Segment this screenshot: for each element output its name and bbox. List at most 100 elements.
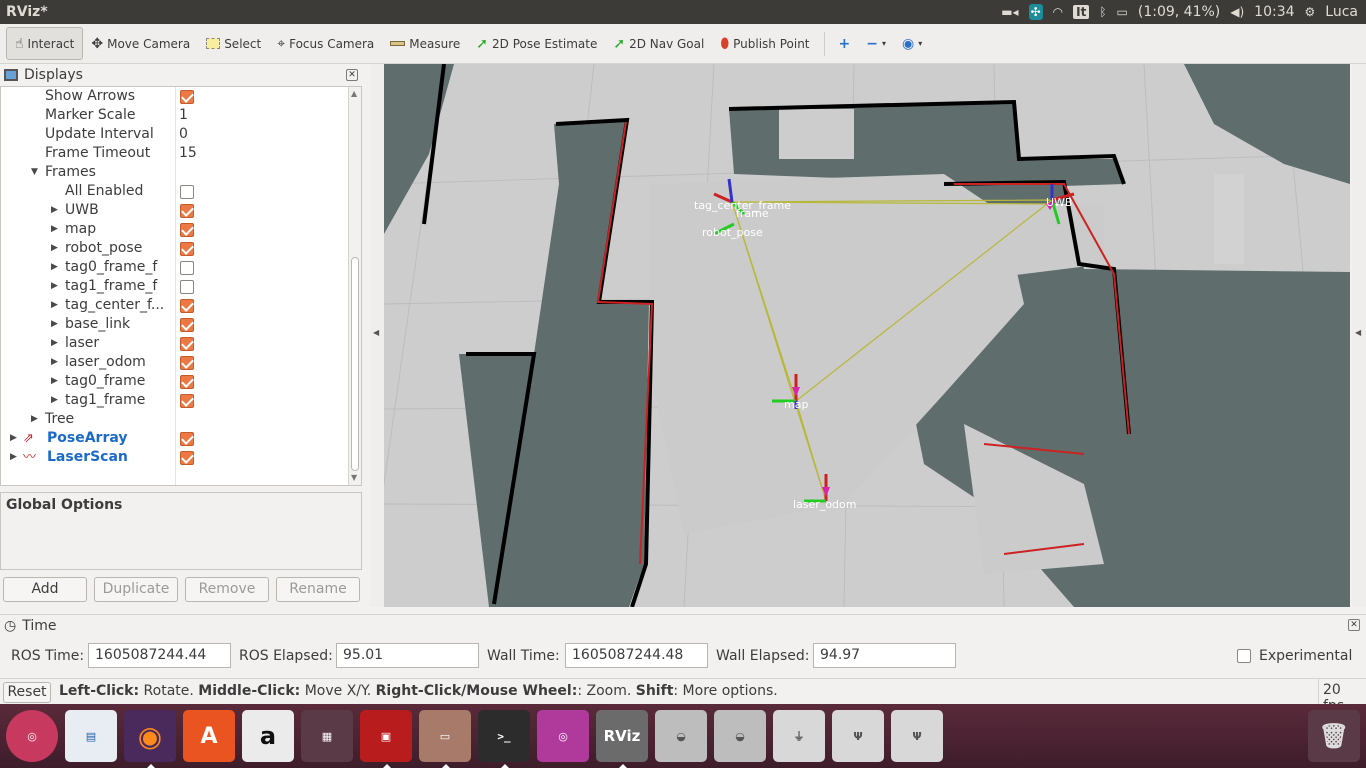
- expand-right-icon[interactable]: ▶: [51, 258, 58, 277]
- tree-row[interactable]: ▶ tag1_frame_f: [1, 277, 361, 296]
- screen-recorder-icon[interactable]: ◎: [537, 710, 589, 762]
- scroll-down-icon[interactable]: ▼: [351, 473, 357, 482]
- tree-row-value[interactable]: 1: [179, 106, 188, 125]
- remove-tool-button[interactable]: − ▾: [858, 28, 894, 60]
- scrollbar-thumb[interactable]: [351, 257, 359, 471]
- tool-publish-point[interactable]: ⬮ Publish Point: [712, 28, 817, 60]
- panels-menu-button[interactable]: ◉ ▾: [894, 28, 930, 60]
- software-center-icon[interactable]: A: [183, 710, 235, 762]
- enabled-checkbox[interactable]: [180, 242, 194, 256]
- enabled-checkbox[interactable]: [180, 337, 194, 351]
- render-viewport[interactable]: map laser_odom UWB frame tag_center_fram…: [384, 64, 1350, 607]
- expand-right-icon[interactable]: ▶: [51, 277, 58, 296]
- duplicate-button[interactable]: Duplicate: [94, 577, 178, 602]
- remove-button[interactable]: Remove: [185, 577, 269, 602]
- tree-row[interactable]: Show Arrows: [1, 87, 361, 106]
- amazon-icon[interactable]: a: [242, 710, 294, 762]
- teamviewer-icon[interactable]: ✣: [1028, 4, 1043, 20]
- enabled-checkbox[interactable]: [180, 204, 194, 218]
- tree-row-value[interactable]: 0: [179, 125, 188, 144]
- enabled-checkbox[interactable]: [180, 375, 194, 389]
- ubuntu-logo-icon[interactable]: ◎: [6, 710, 58, 762]
- wall-time-field[interactable]: 1605087244.48: [565, 643, 708, 668]
- add-tool-button[interactable]: +: [831, 28, 859, 60]
- usb-icon[interactable]: ⏚: [773, 710, 825, 762]
- keyboard-layout-indicator[interactable]: It: [1073, 5, 1090, 19]
- close-icon[interactable]: ✕: [1348, 619, 1360, 631]
- tree-row[interactable]: ▶ tag1_frame: [1, 391, 361, 410]
- scroll-up-icon[interactable]: ▲: [351, 89, 357, 98]
- usb-drive-icon[interactable]: Ψ: [891, 710, 943, 762]
- tree-row[interactable]: All Enabled: [1, 182, 361, 201]
- enabled-checkbox[interactable]: [180, 432, 194, 446]
- battery-icon[interactable]: ▭: [1117, 4, 1128, 20]
- user-name[interactable]: Luca: [1325, 4, 1358, 20]
- displays-tree[interactable]: Show Arrows Marker Scale 1 Update Interval 0…: [0, 86, 362, 486]
- expand-right-icon[interactable]: ▶: [51, 372, 58, 391]
- tree-row[interactable]: ▶ 〰 LaserScan: [1, 448, 361, 467]
- video-camera-icon[interactable]: ▬◂: [1001, 4, 1018, 20]
- enabled-checkbox[interactable]: [180, 90, 194, 104]
- expand-right-icon[interactable]: ▶: [51, 220, 58, 239]
- enabled-checkbox[interactable]: [180, 394, 194, 408]
- ros-elapsed-field[interactable]: 95.01: [336, 643, 479, 668]
- enabled-checkbox[interactable]: [180, 356, 194, 370]
- clock[interactable]: 10:34: [1254, 4, 1294, 20]
- expand-down-icon[interactable]: ▼: [31, 163, 38, 182]
- left-dock-handle[interactable]: ◀: [370, 64, 384, 607]
- tree-row[interactable]: ▶ robot_pose: [1, 239, 361, 258]
- tree-row[interactable]: ▶ laser_odom: [1, 353, 361, 372]
- right-dock-handle[interactable]: ◀: [1352, 64, 1366, 607]
- ros-time-field[interactable]: 1605087244.44: [88, 643, 231, 668]
- experimental-checkbox[interactable]: [1237, 649, 1251, 663]
- tree-row[interactable]: ▶ laser: [1, 334, 361, 353]
- expand-right-icon[interactable]: ▶: [51, 296, 58, 315]
- expand-right-icon[interactable]: ▶: [51, 315, 58, 334]
- expand-right-icon[interactable]: ▶: [31, 410, 38, 429]
- enabled-checkbox[interactable]: [180, 299, 194, 313]
- expand-right-icon[interactable]: ▶: [51, 353, 58, 372]
- tool-measure[interactable]: Measure: [382, 28, 468, 60]
- tool-interact[interactable]: ☝ Interact: [6, 27, 84, 60]
- usb-drive-icon[interactable]: Ψ: [832, 710, 884, 762]
- files-icon[interactable]: ▭: [419, 710, 471, 768]
- enabled-checkbox[interactable]: [180, 451, 194, 465]
- tree-row[interactable]: Marker Scale 1: [1, 106, 361, 125]
- tree-scrollbar[interactable]: ▲ ▼: [348, 87, 361, 485]
- trash-icon[interactable]: 🗑: [1308, 710, 1360, 762]
- expand-right-icon[interactable]: ▶: [51, 391, 58, 410]
- rename-button[interactable]: Rename: [276, 577, 360, 602]
- drive-icon[interactable]: ◒: [655, 710, 707, 762]
- battery-text[interactable]: (1:09, 41%): [1138, 4, 1220, 20]
- tool-select[interactable]: Select: [198, 28, 269, 60]
- volume-icon[interactable]: ◀): [1230, 4, 1244, 20]
- expand-right-icon[interactable]: ▶: [51, 201, 58, 220]
- tree-row[interactable]: ▶ ⇗ PoseArray: [1, 429, 361, 448]
- firefox-icon[interactable]: ◉: [124, 710, 176, 768]
- gear-icon[interactable]: ⚙: [1305, 4, 1316, 20]
- add-button[interactable]: Add: [3, 577, 87, 602]
- system-monitor-icon[interactable]: ▣: [360, 710, 412, 768]
- tree-row[interactable]: ▼ Frames: [1, 163, 361, 182]
- reset-button[interactable]: Reset: [3, 682, 51, 703]
- enabled-checkbox[interactable]: [180, 318, 194, 332]
- tree-row[interactable]: ▶ base_link: [1, 315, 361, 334]
- tree-row[interactable]: Frame Timeout 15: [1, 144, 361, 163]
- wall-elapsed-field[interactable]: 94.97: [813, 643, 956, 668]
- tree-row[interactable]: Update Interval 0: [1, 125, 361, 144]
- tree-row-value[interactable]: 15: [179, 144, 197, 163]
- tool-focus-camera[interactable]: ⌖ Focus Camera: [269, 28, 382, 60]
- bluetooth-icon[interactable]: ᛒ: [1099, 4, 1106, 20]
- drive-icon[interactable]: ◒: [714, 710, 766, 762]
- expand-right-icon[interactable]: ▶: [51, 334, 58, 353]
- workspace-switcher-icon[interactable]: ▦: [301, 710, 353, 762]
- expand-right-icon[interactable]: ▶: [10, 448, 17, 467]
- tree-row[interactable]: ▶ tag0_frame: [1, 372, 361, 391]
- tree-row[interactable]: ▶ Tree: [1, 410, 361, 429]
- enabled-checkbox[interactable]: [180, 280, 194, 294]
- tree-row[interactable]: ▶ map: [1, 220, 361, 239]
- tool-move-camera[interactable]: ✥ Move Camera: [83, 28, 198, 60]
- tree-row[interactable]: ▶ tag0_frame_f: [1, 258, 361, 277]
- expand-right-icon[interactable]: ▶: [10, 429, 17, 448]
- terminal-icon[interactable]: >_: [478, 710, 530, 768]
